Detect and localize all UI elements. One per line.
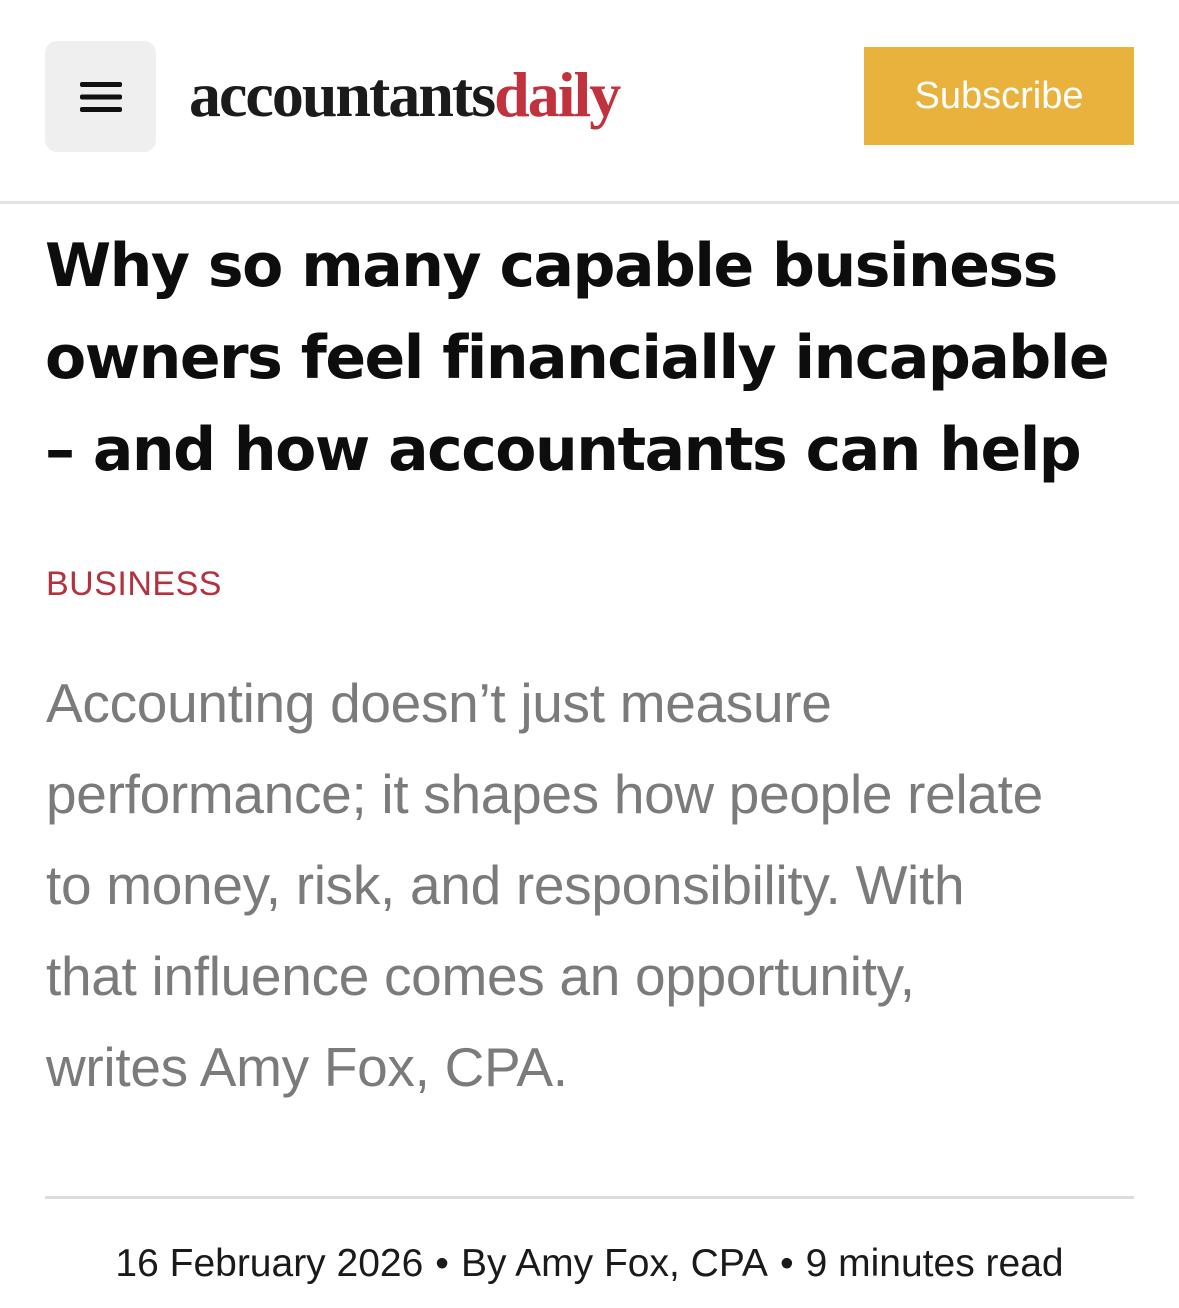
category-link[interactable]: BUSINESS xyxy=(46,562,222,606)
menu-button[interactable] xyxy=(45,41,156,152)
hamburger-menu-icon xyxy=(79,81,122,112)
standfirst-line: Accounting doesn’t just measure xyxy=(46,672,832,734)
standfirst-line: that influence comes an opportunity, xyxy=(46,945,915,1007)
article-standfirst: Accounting doesn’t just measure performa… xyxy=(46,658,1156,1113)
logo-text-accountants: accountants xyxy=(189,59,496,130)
author-byline[interactable]: By Amy Fox, CPA xyxy=(461,1242,768,1285)
publish-date: 16 February 2026 xyxy=(115,1242,424,1285)
meta-divider xyxy=(45,1196,1134,1199)
meta-separator: • xyxy=(779,1242,794,1285)
meta-separator: • xyxy=(435,1242,449,1285)
headline-line: Why so many capable business xyxy=(45,231,1058,301)
headline-line: – and how accountants can help xyxy=(45,415,1082,485)
site-header: accountants daily Subscribe xyxy=(0,0,1179,202)
article-headline: Why so many capable business owners feel… xyxy=(45,220,1165,496)
site-logo[interactable]: accountants daily xyxy=(189,50,621,140)
standfirst-line: to money, risk, and responsibility. With xyxy=(46,854,965,916)
standfirst-line: writes Amy Fox, CPA. xyxy=(46,1036,568,1098)
header-divider xyxy=(0,201,1179,204)
article-meta: 16 February 2026 • By Amy Fox, CPA • 9 minut… xyxy=(0,1238,1179,1290)
read-time: 9 minutes read xyxy=(805,1242,1064,1285)
standfirst-line: performance; it shapes how people relate xyxy=(46,763,1043,825)
logo-text-daily: daily xyxy=(494,59,621,130)
headline-line: owners feel financially incapable xyxy=(45,323,1110,393)
subscribe-button[interactable]: Subscribe xyxy=(864,47,1134,145)
